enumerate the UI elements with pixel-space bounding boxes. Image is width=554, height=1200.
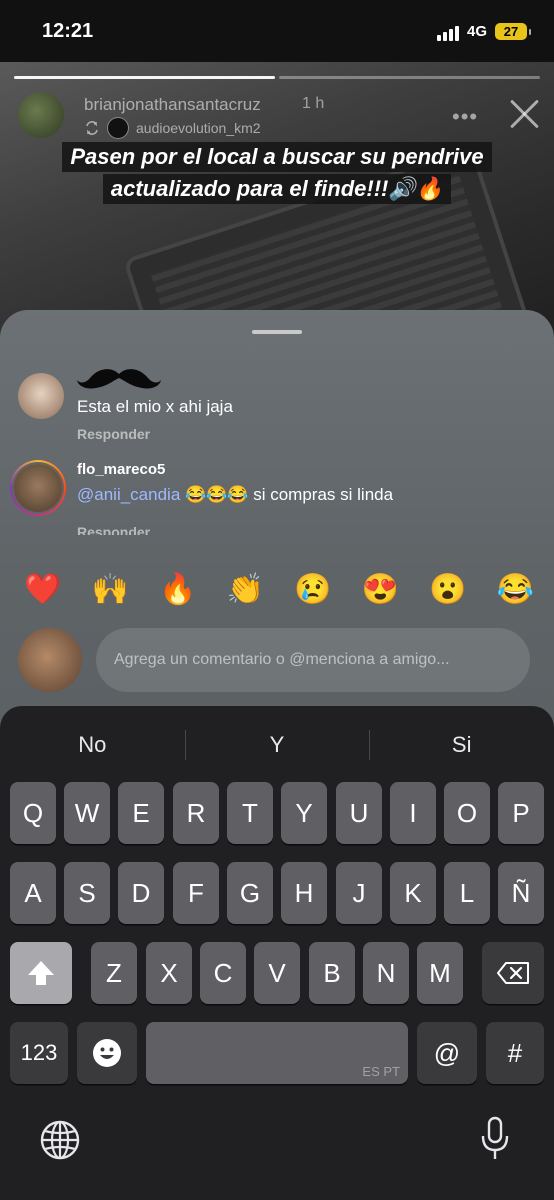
suggestion-item[interactable]: Si (369, 724, 554, 766)
my-avatar (18, 628, 82, 692)
close-icon[interactable] (508, 98, 540, 130)
caption-line-1: Pasen por el local a buscar su pendrive (62, 142, 492, 172)
commenter-avatar[interactable] (14, 464, 62, 512)
cellular-signal-icon (437, 26, 459, 41)
key-t[interactable]: T (227, 782, 273, 844)
reposted-account-name: audioevolution_km2 (136, 120, 261, 136)
battery-level: 27 (503, 24, 519, 39)
reaction-heart-eyes[interactable]: 😍 (362, 572, 399, 608)
reaction-clap[interactable]: 👏 (227, 572, 264, 608)
story-author-avatar[interactable] (18, 92, 64, 138)
key-v[interactable]: V (254, 942, 300, 1004)
key-m[interactable]: M (417, 942, 463, 1004)
key-n[interactable]: N (363, 942, 409, 1004)
key-j[interactable]: J (336, 862, 382, 924)
key-u[interactable]: U (336, 782, 382, 844)
story-time: 1 h (302, 95, 325, 112)
commenter-avatar[interactable] (18, 373, 64, 419)
key-o[interactable]: O (444, 782, 490, 844)
shift-arrow-icon (28, 961, 54, 985)
key-a[interactable]: A (10, 862, 56, 924)
at-key[interactable]: @ (417, 1022, 477, 1084)
key-b[interactable]: B (309, 942, 355, 1004)
story-username[interactable]: brianjonathansantacruz (84, 95, 261, 115)
microphone-icon[interactable] (480, 1116, 510, 1162)
reaction-crying[interactable]: 😢 (294, 572, 331, 608)
key-k[interactable]: K (390, 862, 436, 924)
repost-icon (86, 121, 98, 135)
key-f[interactable]: F (173, 862, 219, 924)
reaction-surprised[interactable]: 😮 (429, 572, 466, 608)
reaction-laughing[interactable]: 😂 (497, 572, 534, 608)
key-l[interactable]: L (444, 862, 490, 924)
globe-icon[interactable] (40, 1120, 80, 1160)
key-h[interactable]: H (281, 862, 327, 924)
backspace-icon (497, 962, 529, 984)
hash-key[interactable]: # (486, 1022, 544, 1084)
emoji-face-icon (93, 1039, 121, 1067)
reaction-heart[interactable]: ❤️ (24, 572, 61, 608)
network-type: 4G (467, 23, 488, 40)
key-q[interactable]: Q (10, 782, 56, 844)
reaction-fire[interactable]: 🔥 (159, 572, 196, 608)
comment-body: 😂😂😂 si compras si linda (180, 485, 394, 504)
key-n-tilde[interactable]: Ñ (498, 862, 544, 924)
key-d[interactable]: D (118, 862, 164, 924)
key-g[interactable]: G (227, 862, 273, 924)
comment-input[interactable] (96, 628, 530, 692)
key-r[interactable]: R (173, 782, 219, 844)
story-caption: Pasen por el local a buscar su pendrive … (0, 141, 554, 205)
suggestion-item[interactable]: No (0, 724, 185, 766)
caption-line-2: actualizado para el finde!!!🔊🔥 (102, 174, 452, 204)
predictive-suggestions: No Y Si (0, 724, 554, 766)
key-x[interactable]: X (146, 942, 192, 1004)
keyboard: No Y Si Q W E R T Y U I O P A S D F G H … (0, 706, 554, 1200)
keyboard-languages: ES PT (362, 1064, 400, 1079)
key-p[interactable]: P (498, 782, 544, 844)
key-y[interactable]: Y (281, 782, 327, 844)
delete-key[interactable] (482, 942, 544, 1004)
reply-button[interactable]: Responder (77, 523, 150, 535)
comment-text: Esta el mio x ahi jaja (77, 397, 233, 416)
key-i[interactable]: I (390, 782, 436, 844)
key-e[interactable]: E (118, 782, 164, 844)
comment-username[interactable]: flo_mareco5 (77, 461, 165, 478)
shift-key[interactable] (10, 942, 72, 1004)
more-dots-icon[interactable]: ••• (452, 104, 478, 130)
status-bar: 12:21 4G 27 (0, 0, 554, 62)
reaction-raised-hands[interactable]: 🙌 (92, 572, 129, 608)
mention-link[interactable]: @anii_candia (77, 485, 180, 504)
key-c[interactable]: C (200, 942, 246, 1004)
battery-icon: 27 (495, 23, 531, 40)
mustache-sticker (77, 369, 161, 389)
key-s[interactable]: S (64, 862, 110, 924)
repost-attribution[interactable]: audioevolution_km2 (84, 118, 261, 138)
sheet-handle[interactable] (252, 330, 302, 334)
story-progress-segment (279, 76, 540, 79)
reposted-account-avatar (108, 118, 128, 138)
reply-button[interactable]: Responder (77, 426, 150, 442)
numbers-key[interactable]: 123 (10, 1022, 68, 1084)
key-z[interactable]: Z (91, 942, 137, 1004)
quick-reactions: ❤️ 🙌 🔥 👏 😢 😍 😮 😂 (24, 572, 534, 608)
comment-text: @anii_candia 😂😂😂 si compras si linda (77, 485, 393, 505)
story-progress (14, 76, 540, 79)
key-w[interactable]: W (64, 782, 110, 844)
story-progress-segment (14, 76, 275, 79)
emoji-key[interactable] (77, 1022, 137, 1084)
space-key[interactable]: ES PT (146, 1022, 408, 1084)
suggestion-item[interactable]: Y (184, 724, 370, 766)
status-time: 12:21 (42, 20, 94, 42)
